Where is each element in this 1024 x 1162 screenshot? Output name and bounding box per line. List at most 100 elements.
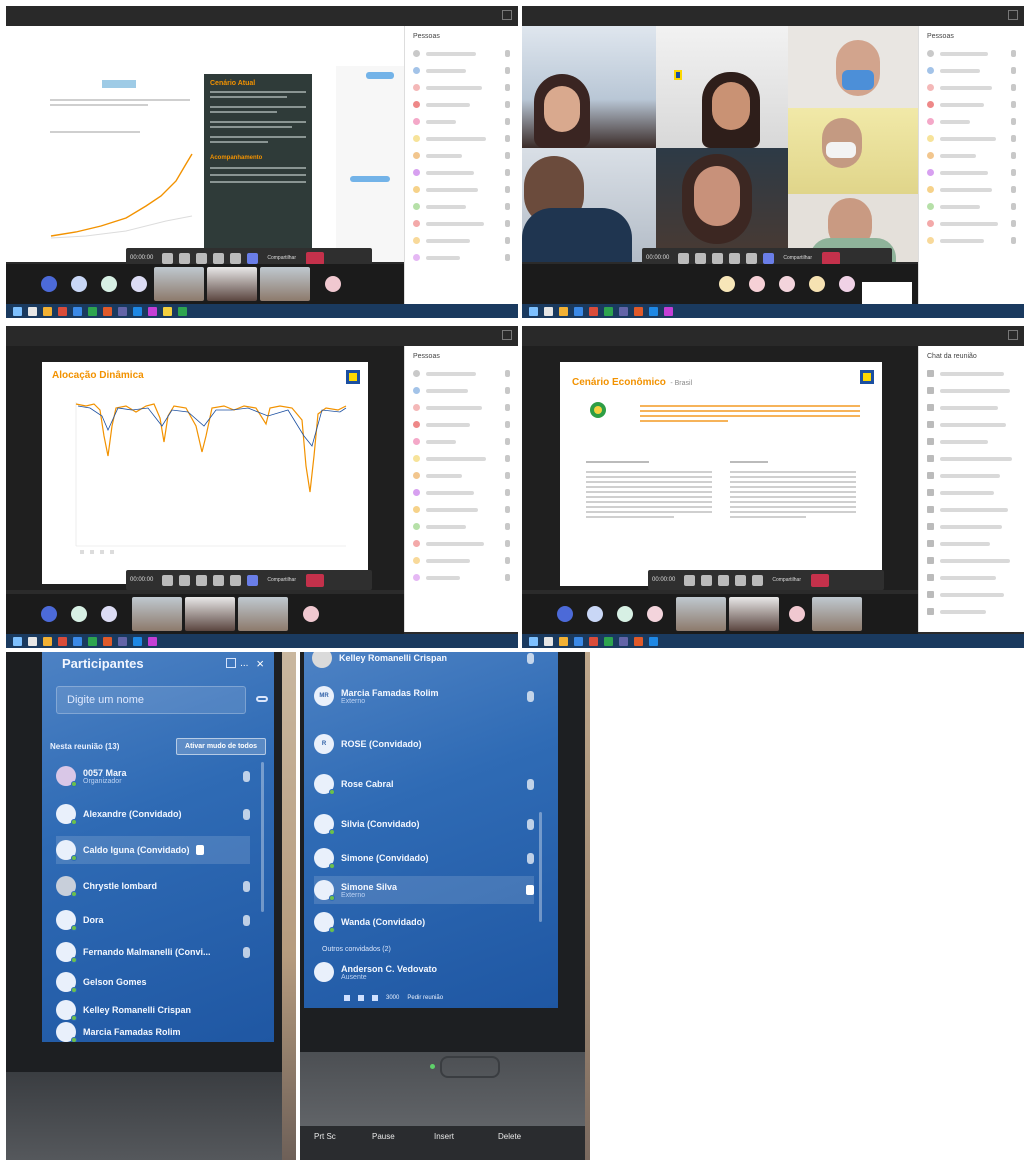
people-row[interactable] (413, 469, 510, 482)
people-row[interactable] (927, 234, 1016, 247)
people-row[interactable] (927, 200, 1016, 213)
participant-row[interactable]: Wanda (Convidado) (314, 908, 534, 936)
mic-icon[interactable] (527, 852, 534, 864)
people-row[interactable] (413, 64, 510, 77)
taskbar-app-icon[interactable] (118, 636, 127, 646)
mic-icon[interactable] (695, 252, 707, 264)
start-icon[interactable] (529, 636, 538, 646)
people-row[interactable] (927, 64, 1016, 77)
start-icon[interactable] (13, 306, 22, 316)
taskbar-app-icon[interactable] (619, 636, 628, 646)
video-thumbnail[interactable] (676, 597, 726, 631)
start-icon[interactable] (529, 306, 538, 316)
participant-row[interactable]: Alexandre (Convidado) (56, 800, 250, 828)
avatar[interactable] (839, 276, 855, 292)
close-icon[interactable]: × (256, 656, 264, 671)
participant-row[interactable]: Anderson C. Vedovato Ausente (314, 958, 534, 986)
people-row[interactable] (413, 486, 510, 499)
invite-link-icon[interactable] (256, 696, 268, 702)
mic-icon[interactable] (527, 818, 534, 830)
taskbar-app-icon[interactable] (589, 636, 598, 646)
participant-row[interactable]: Chrystle lombard (56, 872, 250, 900)
video-tile[interactable] (788, 108, 918, 194)
avatar[interactable] (71, 606, 87, 622)
taskbar-app-icon[interactable] (133, 306, 142, 316)
mic-icon[interactable] (179, 252, 191, 264)
people-row[interactable] (413, 520, 510, 533)
taskbar-app-icon[interactable] (559, 306, 568, 316)
taskbar-app-icon[interactable] (118, 306, 127, 316)
scrollbar[interactable] (539, 812, 542, 922)
avatar[interactable] (779, 276, 795, 292)
share-icon[interactable] (712, 252, 724, 264)
taskbar-app-icon[interactable] (103, 636, 112, 646)
video-thumbnail[interactable] (729, 597, 779, 631)
video-tile[interactable] (656, 26, 788, 148)
hand-icon[interactable] (230, 574, 242, 586)
window-close-icon[interactable] (1008, 330, 1018, 340)
key-prtsc[interactable]: Prt Sc (314, 1132, 336, 1141)
mic-icon[interactable] (527, 778, 534, 790)
more-icon[interactable] (213, 574, 225, 586)
mic-icon[interactable] (243, 946, 250, 958)
taskbar-app-icon[interactable] (544, 306, 553, 316)
participant-row[interactable]: Simone (Convidado) (314, 844, 534, 872)
mic-icon[interactable] (243, 770, 250, 782)
mic-icon[interactable] (701, 574, 713, 586)
more-options-icon[interactable]: ... (240, 658, 248, 669)
taskbar-app-icon[interactable] (574, 306, 583, 316)
avatar[interactable] (719, 276, 735, 292)
taskbar-app-icon[interactable] (43, 636, 52, 646)
video-tile[interactable] (522, 26, 656, 148)
avatar[interactable] (587, 606, 603, 622)
avatar[interactable] (325, 276, 341, 292)
participant-row[interactable]: Fernando Malmanelli (Convi... (56, 938, 250, 966)
people-row[interactable] (927, 183, 1016, 196)
people-row[interactable] (413, 571, 510, 584)
people-row[interactable] (927, 217, 1016, 230)
taskbar-app-icon[interactable] (103, 306, 112, 316)
avatar[interactable] (101, 606, 117, 622)
people-row[interactable] (927, 81, 1016, 94)
avatar[interactable] (789, 606, 805, 622)
people-row[interactable] (413, 183, 510, 196)
taskbar-app-icon[interactable] (28, 636, 37, 646)
taskbar-app-icon[interactable] (88, 636, 97, 646)
participant-row[interactable]: MR Marcia Famadas Rolim Externo (314, 682, 534, 710)
video-tile[interactable] (522, 148, 656, 262)
people-row[interactable] (413, 251, 510, 264)
taskbar-app-icon[interactable] (73, 306, 82, 316)
people-row[interactable] (927, 166, 1016, 179)
people-row[interactable] (927, 115, 1016, 128)
camera-icon[interactable] (678, 252, 690, 264)
people-row[interactable] (413, 115, 510, 128)
leave-button[interactable] (821, 251, 840, 265)
taskbar-icon[interactable] (344, 995, 350, 1001)
taskbar-icon[interactable] (358, 995, 364, 1001)
video-thumbnail[interactable] (207, 267, 257, 301)
more-icon[interactable] (213, 252, 225, 264)
share-icon[interactable] (718, 574, 730, 586)
people-row[interactable] (413, 384, 510, 397)
avatar[interactable] (131, 276, 147, 292)
people-row[interactable] (413, 537, 510, 550)
video-tile[interactable] (656, 148, 788, 262)
share-icon[interactable] (196, 574, 208, 586)
people-row[interactable] (413, 452, 510, 465)
hand-icon[interactable] (230, 252, 242, 264)
mic-icon[interactable] (527, 690, 534, 702)
participants-icon[interactable] (247, 574, 259, 586)
avatar[interactable] (749, 276, 765, 292)
participants-icon[interactable] (763, 252, 775, 264)
taskbar-app-icon[interactable] (559, 636, 568, 646)
taskbar-app-icon[interactable] (544, 636, 553, 646)
participant-row[interactable]: R ROSE (Convidado) (314, 730, 534, 758)
participants-icon[interactable] (247, 252, 259, 264)
avatar[interactable] (647, 606, 663, 622)
people-row[interactable] (413, 401, 510, 414)
participant-row[interactable]: Dora (56, 906, 250, 934)
taskbar-app-icon[interactable] (649, 306, 658, 316)
meeting-toolbar[interactable]: 00:00:00 Compartilhar (648, 570, 884, 590)
taskbar-app-icon[interactable] (649, 636, 658, 646)
people-row[interactable] (413, 132, 510, 145)
